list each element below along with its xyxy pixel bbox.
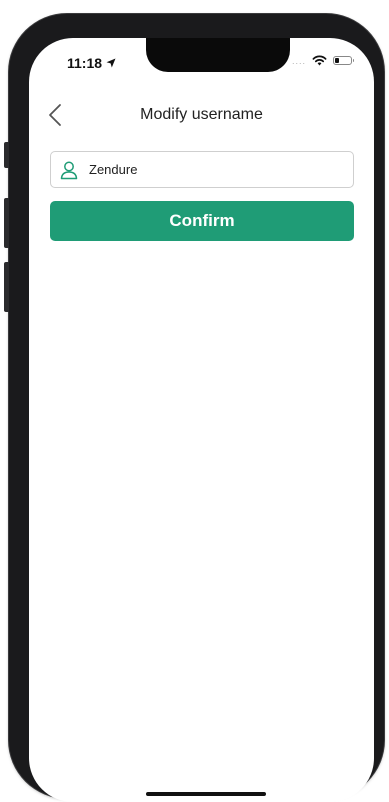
status-time: 11:18 bbox=[67, 55, 116, 71]
side-button-volume-up bbox=[4, 198, 9, 248]
user-icon bbox=[60, 161, 78, 179]
username-input[interactable] bbox=[89, 162, 329, 177]
side-button-mute bbox=[4, 142, 9, 168]
signal-dots-icon: .... bbox=[291, 55, 306, 66]
camera-notch bbox=[146, 38, 290, 72]
side-button-volume-down bbox=[4, 262, 9, 312]
confirm-button[interactable]: Confirm bbox=[50, 201, 354, 241]
status-indicators: .... bbox=[291, 55, 354, 66]
app-screen: 11:18 .... Modify username Zendure Confi… bbox=[29, 38, 374, 802]
phone-frame: 11:18 .... Modify username Zendure Confi… bbox=[4, 14, 384, 802]
status-time-text: 11:18 bbox=[67, 55, 103, 71]
location-arrow-icon bbox=[106, 58, 116, 68]
navigation-bar: Modify username bbox=[29, 100, 374, 136]
page-title: Modify username bbox=[140, 106, 263, 123]
battery-icon bbox=[333, 56, 354, 65]
wifi-icon bbox=[312, 55, 327, 66]
home-indicator[interactable] bbox=[146, 792, 266, 796]
username-field[interactable] bbox=[50, 151, 354, 188]
